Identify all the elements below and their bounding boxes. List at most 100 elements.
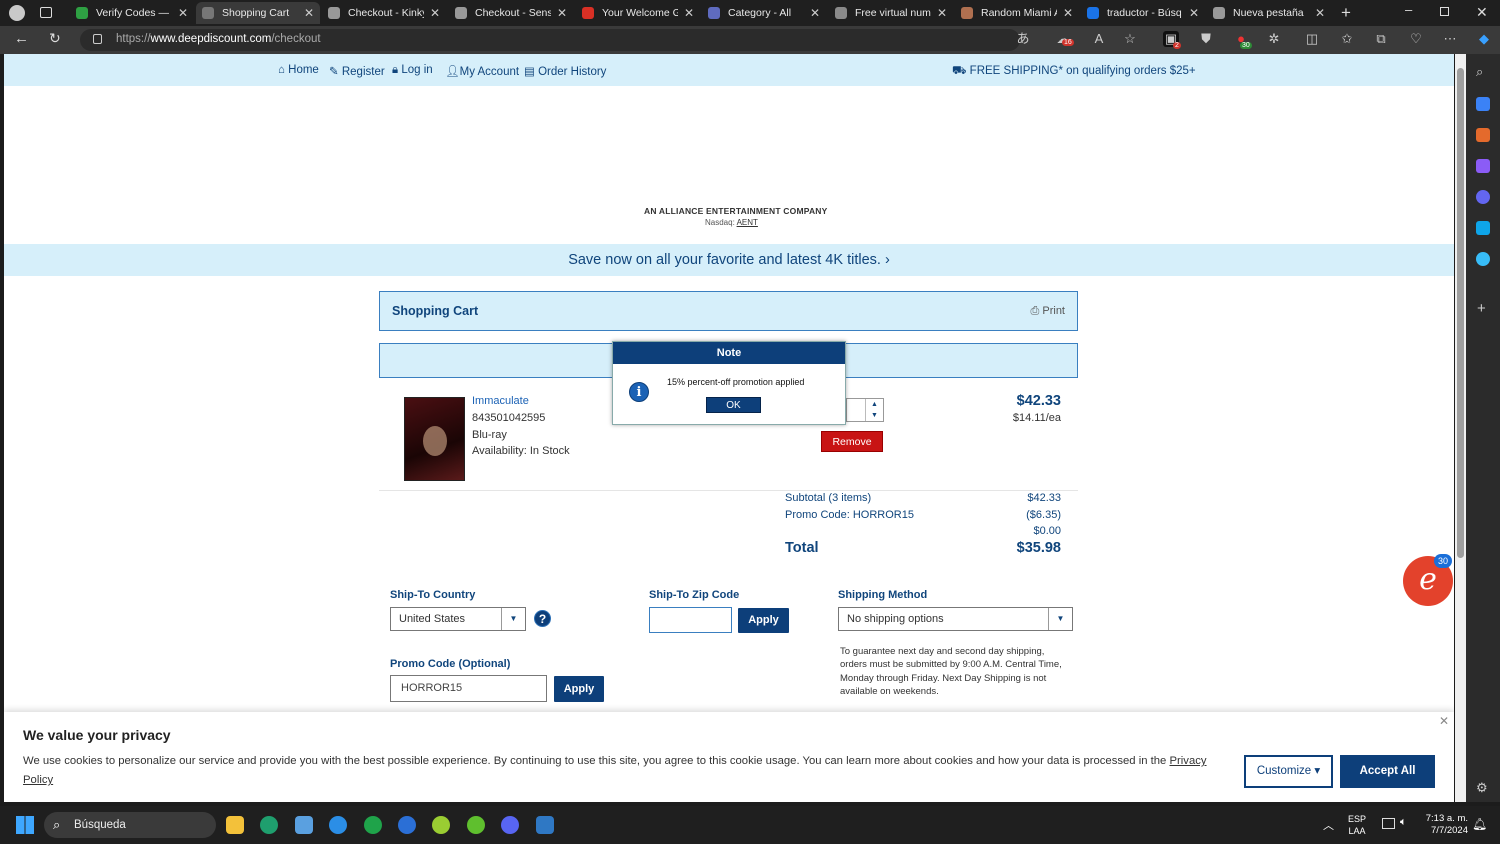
print-button[interactable]: ⎙ Print (1031, 305, 1066, 318)
tab-actions-icon[interactable] (40, 7, 52, 18)
taskbar-search[interactable]: Búsqueda (44, 812, 216, 838)
settings-more-icon[interactable]: ⋯ (1442, 31, 1458, 47)
sidebar-shopping-icon[interactable] (1476, 97, 1490, 111)
tab-close-icon[interactable]: ✕ (810, 6, 820, 20)
product-name-link[interactable]: Immaculate (472, 395, 529, 407)
accept-all-button[interactable]: Accept All (1340, 755, 1435, 788)
sidebar-tools-icon[interactable] (1476, 128, 1490, 142)
start-icon[interactable] (16, 816, 34, 834)
edge-icon[interactable] (260, 816, 278, 834)
profile-icon[interactable] (9, 5, 25, 21)
refresh-icon[interactable]: ↻ (49, 30, 61, 47)
scrollbar-thumb[interactable] (1457, 68, 1464, 558)
tab-close-icon[interactable]: ✕ (1315, 6, 1325, 20)
ok-button[interactable]: OK (706, 397, 761, 413)
ship-country-select[interactable]: United States ▼ (390, 607, 526, 631)
discord-icon[interactable] (501, 816, 519, 834)
nav-account[interactable]: 👤︎My Account (445, 64, 519, 78)
zip-input[interactable] (649, 607, 732, 633)
zip-apply-button[interactable]: Apply (738, 608, 789, 633)
favorite-star-icon[interactable]: ☆ (1122, 31, 1138, 47)
sidebar-search-icon[interactable]: ⌕ (1476, 64, 1483, 80)
nav-order-history[interactable]: ▤ Order History (524, 64, 606, 78)
browser-tab[interactable]: traductor - Búsq ✕ (1081, 2, 1205, 24)
promo-code-label: Promo Code: HORROR15 (785, 509, 914, 521)
browser-tab[interactable]: Verify Codes — Si ✕ (70, 2, 194, 24)
browser-tab[interactable]: Checkout - Senso ✕ (449, 2, 573, 24)
close-icon[interactable]: ✕ (1439, 714, 1449, 728)
extensions-puzzle-icon[interactable]: ✲ (1266, 31, 1282, 47)
tab-close-icon[interactable]: ✕ (1189, 6, 1199, 20)
browser-tab[interactable]: Checkout - Kinky ✕ (322, 2, 446, 24)
performance-icon[interactable]: ♡ (1408, 31, 1424, 47)
edge-active-icon[interactable] (329, 816, 347, 834)
url-text[interactable]: https://www.deepdiscount.com/checkout (116, 33, 321, 45)
read-aloud-icon[interactable]: A (1091, 31, 1107, 47)
xbox-icon[interactable] (364, 816, 382, 834)
back-icon[interactable]: ← (14, 30, 29, 47)
language-indicator[interactable]: ESP LAA (1348, 813, 1366, 837)
volume-icon[interactable]: 🔈︎ (1400, 816, 1407, 829)
tab-close-icon[interactable]: ✕ (430, 6, 440, 20)
browser-tab[interactable]: Your Welcome Gif ✕ (576, 2, 700, 24)
browser-tab[interactable]: Category - All ✕ (702, 2, 826, 24)
app-blue-icon[interactable] (398, 816, 416, 834)
customize-button[interactable]: Customize ▾ (1244, 755, 1333, 788)
translate-icon[interactable]: あ (1015, 31, 1031, 47)
promo-banner[interactable]: Save now on all your favorite and latest… (4, 244, 1454, 276)
lock-icon[interactable] (93, 34, 102, 44)
split-screen-icon[interactable]: ◫ (1304, 31, 1320, 47)
nav-home[interactable]: ⌂ Home (278, 64, 319, 76)
free-shipping-notice[interactable]: ⛟ FREE SHIPPING* on qualifying orders $2… (952, 64, 1196, 79)
total-label: Total (785, 540, 819, 556)
notification-bell-icon[interactable]: 🔔︎ (1472, 817, 1487, 831)
browser-tab[interactable]: Free virtual numb ✕ (829, 2, 953, 24)
file-explorer-icon[interactable] (226, 816, 244, 834)
chevron-up-icon[interactable]: ︿ (1323, 817, 1334, 833)
minimize-icon[interactable]: – (1405, 2, 1412, 17)
promo-code-input[interactable]: HORROR15 (390, 675, 547, 702)
tab-close-icon[interactable]: ✕ (304, 6, 314, 20)
adblock-icon[interactable]: ⛊ (1198, 31, 1214, 47)
tab-close-icon[interactable]: ✕ (937, 6, 947, 20)
tab-title: Free virtual numb (855, 7, 931, 19)
ext2-badge: 30 (1240, 42, 1252, 49)
network-icon[interactable] (1382, 818, 1395, 829)
dialog-message: 15% percent-off promotion applied (667, 377, 805, 387)
help-icon[interactable]: ? (534, 610, 551, 627)
shipping-method-select[interactable]: No shipping options ▼ (838, 607, 1073, 631)
nav-login[interactable]: 🔒︎ Log in (392, 64, 433, 77)
browser-tab[interactable]: Nueva pestaña ✕ (1207, 2, 1331, 24)
nasdaq-ticker-link[interactable]: AENT (737, 218, 758, 227)
tab-close-icon[interactable]: ✕ (178, 6, 188, 20)
new-tab-icon[interactable]: + (1341, 3, 1351, 23)
restore-icon[interactable] (1440, 7, 1449, 16)
favorites-icon[interactable]: ✩ (1339, 31, 1355, 47)
remove-button[interactable]: Remove (821, 431, 883, 452)
photos-icon[interactable] (295, 816, 313, 834)
clock[interactable]: 7:13 a. m. 7/7/2024 (1420, 813, 1468, 837)
promo-apply-button[interactable]: Apply (554, 676, 604, 702)
tab-close-icon[interactable]: ✕ (557, 6, 567, 20)
tab-close-icon[interactable]: ✕ (684, 6, 694, 20)
browser-tab[interactable]: Random Miami A ✕ (955, 2, 1079, 24)
sidebar-outlook-icon[interactable] (1476, 221, 1490, 235)
product-cover-image[interactable] (404, 397, 465, 481)
copilot-icon[interactable]: ◆ (1476, 31, 1492, 47)
nav-register[interactable]: ✎ Register (329, 64, 385, 78)
tab-close-icon[interactable]: ✕ (1063, 6, 1073, 20)
quantity-stepper[interactable]: ▲ ▼ (846, 398, 884, 422)
utorrent-icon[interactable] (467, 816, 485, 834)
qty-down-icon[interactable]: ▼ (871, 412, 878, 419)
qty-up-icon[interactable]: ▲ (871, 401, 878, 408)
app-green-icon[interactable] (432, 816, 450, 834)
sidebar-add-icon[interactable]: + (1477, 300, 1486, 317)
close-window-icon[interactable]: ✕ (1476, 4, 1488, 21)
app-window-icon[interactable] (536, 816, 554, 834)
sidebar-games-icon[interactable] (1476, 159, 1490, 173)
sidebar-telegram-icon[interactable] (1476, 252, 1490, 266)
collections-icon[interactable]: ⧉ (1373, 31, 1389, 47)
sidebar-settings-icon[interactable]: ⚙ (1476, 780, 1488, 796)
browser-tab[interactable]: Shopping Cart ✕ (196, 2, 320, 24)
sidebar-m365-icon[interactable] (1476, 190, 1490, 204)
